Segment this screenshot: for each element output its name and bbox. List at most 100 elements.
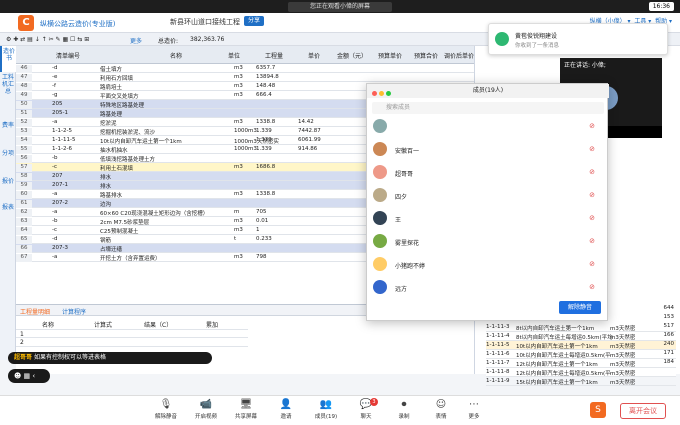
quota-row[interactable]: 1-1-11-7 12t以内自卸汽车运土第一个1km m3天然密 <box>486 359 676 368</box>
table-row[interactable]: 47 -e 利用石方回填 m3 13894.8 <box>16 73 474 82</box>
grid-cell-name[interactable]: 开挖土方（含弃置运费） <box>100 254 212 262</box>
meeting-control-button[interactable]: 🎙 解除静音 <box>150 398 182 420</box>
grid-col-header[interactable]: 单价 <box>296 51 332 60</box>
quota-row[interactable]: 1-1-11-5 10t以内自卸汽车运土第一个1km m3天然密 <box>486 341 676 350</box>
grid-cell-n[interactable]: 49 <box>16 92 32 100</box>
grid-cell-name[interactable]: 抽水机抽水 <box>100 146 212 154</box>
grid-cell-name[interactable]: 边沟 <box>100 200 212 208</box>
bottom-row-1[interactable]: 1 <box>16 329 248 338</box>
grid-cell-name[interactable]: 平面交叉处填方 <box>100 92 212 100</box>
grid-cell-price[interactable]: 7442.87 <box>298 128 338 134</box>
grid-cell-price[interactable]: 14.42 <box>298 119 338 125</box>
grid-cell-n[interactable]: 61 <box>16 200 32 208</box>
grid-cell-name[interactable]: C25预制混凝土 <box>100 227 212 235</box>
window-controls[interactable] <box>372 88 393 102</box>
mic-muted-icon[interactable]: ⊘ <box>589 237 595 245</box>
grid-cell-name[interactable]: 低填浅挖路基处理土方 <box>100 155 212 163</box>
grid-cell-qty[interactable]: 1686.8 <box>256 164 296 170</box>
member-item[interactable]: 远方 ⊘ <box>367 276 609 298</box>
nav-item[interactable]: 报价 <box>0 178 16 194</box>
grid-col-header[interactable]: 清单编号 <box>38 51 98 60</box>
grid-cell-name[interactable]: 路基处理 <box>100 110 212 118</box>
meeting-control-button[interactable]: ⋯ 更多 <box>458 398 490 420</box>
grid-cell-n[interactable]: 46 <box>16 65 32 73</box>
quota-row[interactable]: 1-1-11-6 10t以内自卸汽车运土每增运0.5km(平 m3天然密 <box>486 350 676 359</box>
mini-controls[interactable]: ☻ ▦ ‹ <box>8 369 50 383</box>
grid-cell-qty[interactable]: 666.4 <box>256 92 296 98</box>
bottom-row-2[interactable]: 2 <box>16 338 248 347</box>
grid-cell-qty[interactable]: 1.339 <box>256 128 296 134</box>
nav-item[interactable]: 造价书 <box>0 46 16 72</box>
grid-cell-price[interactable]: 6061.99 <box>298 137 338 143</box>
mic-muted-icon[interactable]: ⊘ <box>589 191 595 199</box>
grid-cell-n[interactable]: 58 <box>16 173 32 181</box>
grid-cell-name[interactable]: 2cm M7.5砂浆垫层 <box>100 218 212 226</box>
grid-cell-n[interactable]: 55 <box>16 146 32 154</box>
grid-cell-qty[interactable]: 6357.7 <box>256 65 296 71</box>
grid-cell-n[interactable]: 62 <box>16 209 32 217</box>
grid-cell-name[interactable]: 钢筋 <box>100 236 212 244</box>
grid-cell-n[interactable]: 63 <box>16 218 32 226</box>
meeting-control-button[interactable]: 👤 邀请 <box>270 398 302 420</box>
meeting-control-button[interactable]: 👥 成员(19) <box>310 398 342 420</box>
grid-cell-n[interactable]: 47 <box>16 74 32 82</box>
grid-col-header[interactable]: 单位 <box>216 51 252 60</box>
meeting-control-button[interactable]: ☺ 表情 <box>425 398 457 420</box>
grid-cell-qty[interactable]: 1338.8 <box>256 119 296 125</box>
mic-muted-icon[interactable]: ⊘ <box>589 145 595 153</box>
grid-cell-n[interactable]: 66 <box>16 245 32 253</box>
grid-cell-name[interactable]: 借土填方 <box>100 65 212 73</box>
grid-cell-name[interactable]: 排水 <box>100 173 212 181</box>
grid-cell-qty[interactable]: 1 <box>256 227 296 233</box>
grid-cell-qty[interactable]: 148.48 <box>256 83 296 89</box>
quota-row[interactable]: 1-1-11-4 8t以内自卸汽车运土每增运0.5km(平均 m3天然密 <box>486 332 676 341</box>
tab-calc-program[interactable]: 计算程序 <box>62 307 86 316</box>
nav-item[interactable]: 分项 <box>0 150 16 166</box>
member-item[interactable]: 王 ⊘ <box>367 207 609 229</box>
mic-muted-icon[interactable]: ⊘ <box>589 122 595 130</box>
grid-cell-name[interactable]: 利用石方回填 <box>100 74 212 82</box>
toolbar-icons[interactable]: ⚙ ✚ ⇄ ▤ ↓ ↑ ✂ ✎ ▦ ☐ ⇆ ⊞ <box>6 36 89 43</box>
grid-cell-qty[interactable]: 705 <box>256 209 296 215</box>
unmute-all-button[interactable]: 解除静音 <box>559 301 601 314</box>
table-row[interactable]: 46 -d 借土填方 m3 6357.7 <box>16 64 474 73</box>
grid-cell-name[interactable]: 利用土石混填 <box>100 164 212 172</box>
quota-row[interactable]: 1-1-11-3 8t以内自卸汽车运土第一个1km m3天然密 <box>486 323 676 332</box>
meeting-control-button[interactable]: 📹 开启视频 <box>190 398 222 420</box>
app-switch-icon[interactable]: S <box>590 402 606 418</box>
nav-item[interactable]: 报表 <box>0 204 16 220</box>
member-item[interactable]: ⊘ <box>367 115 609 137</box>
grid-cell-name[interactable]: 10t以内自卸汽车运土第一个1km <box>100 137 212 145</box>
grid-cell-name[interactable]: 路基排水 <box>100 191 212 199</box>
leave-meeting-button[interactable]: 离开会议 <box>620 403 666 419</box>
mic-muted-icon[interactable]: ⊘ <box>589 283 595 291</box>
grid-cell-n[interactable]: 53 <box>16 128 32 136</box>
grid-cell-n[interactable]: 57 <box>16 164 32 172</box>
grid-cell-name[interactable]: 挖掘机挖装淤泥、流沙 <box>100 128 212 136</box>
member-item[interactable]: 超哥哥 ⊘ <box>367 161 609 183</box>
quota-row[interactable]: 1-1-11-9 15t以内自卸汽车运土第一个1km m3天然密 <box>486 377 676 386</box>
grid-cell-n[interactable]: 52 <box>16 119 32 127</box>
member-search-input[interactable]: 搜索成员 <box>372 102 604 114</box>
grid-cell-n[interactable]: 54 <box>16 137 32 145</box>
grid-col-header[interactable]: 调价后单价 <box>444 51 474 60</box>
grid-cell-qty[interactable]: 1.339 <box>256 137 296 143</box>
grid-cell-name[interactable]: 占壕迁缮 <box>100 245 212 253</box>
grid-cell-name[interactable]: 路肩培土 <box>100 83 212 91</box>
grid-col-header[interactable]: 预算单价 <box>372 51 408 60</box>
meeting-control-button[interactable]: ⏺ 录制 <box>388 398 420 420</box>
grid-cell-n[interactable]: 56 <box>16 155 32 163</box>
nav-item[interactable]: 费率 <box>0 122 16 138</box>
grid-cell-n[interactable]: 48 <box>16 83 32 91</box>
meeting-control-button[interactable]: 💬 聊天 3 <box>350 398 382 420</box>
grid-col-header[interactable]: 预算合价 <box>408 51 444 60</box>
grid-cell-qty[interactable]: 1.339 <box>256 146 296 152</box>
grid-cell-name[interactable]: 挖淤泥 <box>100 119 212 127</box>
more-button[interactable]: 更多 <box>130 36 142 45</box>
grid-cell-name[interactable]: 排水 <box>100 182 212 190</box>
chat-notification[interactable]: 黄苞俊锐翔建设 你收到了一条消息 <box>488 23 668 55</box>
mic-muted-icon[interactable]: ⊘ <box>589 214 595 222</box>
grid-cell-qty[interactable]: 0.01 <box>256 218 296 224</box>
grid-cell-n[interactable]: 64 <box>16 227 32 235</box>
member-item[interactable]: 四夕 ⊘ <box>367 184 609 206</box>
